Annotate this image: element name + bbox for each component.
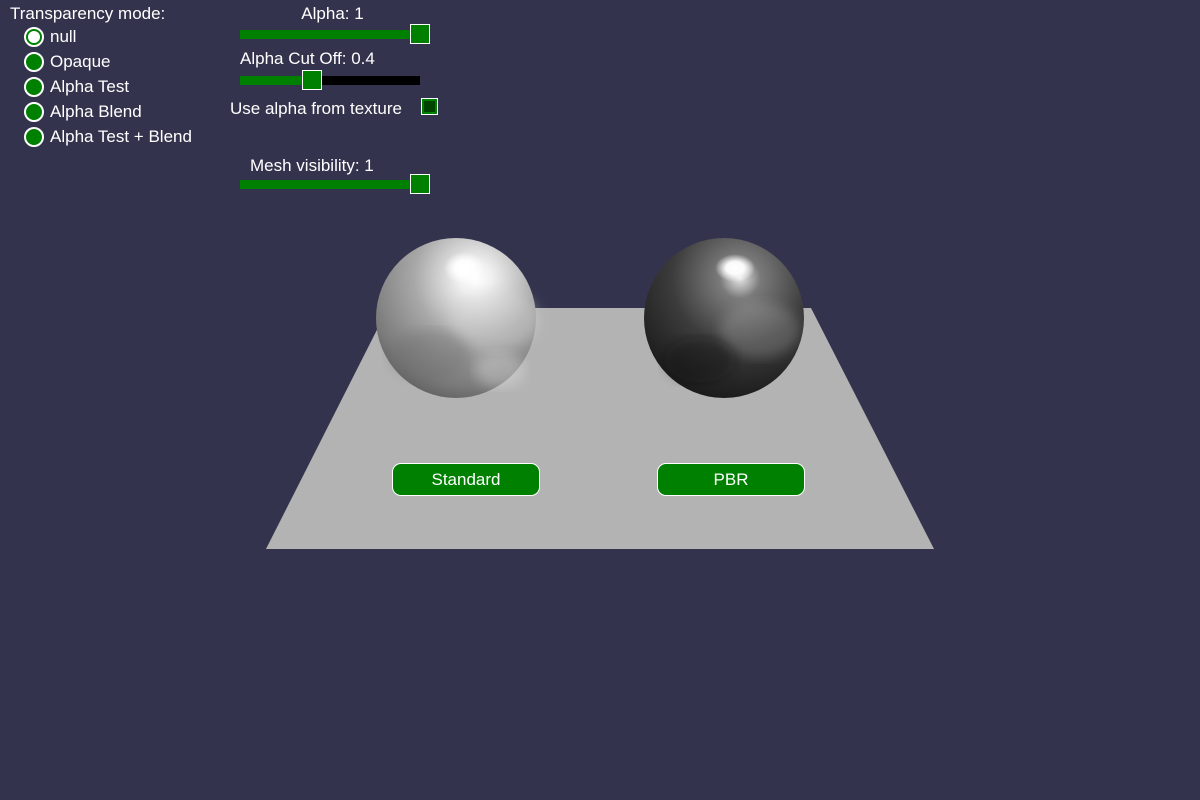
radio-opaque[interactable]: Opaque <box>24 50 111 74</box>
radio-alpha-test[interactable]: Alpha Test <box>24 75 129 99</box>
ground-plane <box>266 308 934 549</box>
radio-alpha-test-label: Alpha Test <box>50 77 130 96</box>
radio-alpha-test-blend-label: Alpha Test + Blend <box>50 127 192 146</box>
alpha-cutoff-slider[interactable] <box>240 70 420 90</box>
radio-opaque-label: Opaque <box>50 52 111 71</box>
use-alpha-texture-checkbox[interactable] <box>421 98 438 115</box>
radio-alpha-test-blend[interactable]: Alpha Test + Blend <box>24 125 192 149</box>
use-alpha-texture-check-mark <box>424 101 435 112</box>
alpha-slider[interactable] <box>240 24 430 44</box>
alpha-slider-thumb[interactable] <box>410 24 430 44</box>
radio-alpha-blend-label: Alpha Blend <box>50 102 142 121</box>
radio-alpha-test-indicator[interactable] <box>24 77 44 97</box>
standard-button[interactable]: Standard <box>392 463 540 496</box>
pbr-button[interactable]: PBR <box>657 463 805 496</box>
radio-alpha-blend-indicator[interactable] <box>24 102 44 122</box>
radio-alpha-test-blend-indicator[interactable] <box>24 127 44 147</box>
alpha-cutoff-label: Alpha Cut Off: 0.4 <box>240 49 375 68</box>
scene-viewport[interactable] <box>0 0 1200 800</box>
alpha-cutoff-slider-thumb[interactable] <box>302 70 322 90</box>
mesh-visibility-slider-fill <box>240 180 420 189</box>
mesh-visibility-slider-thumb[interactable] <box>410 174 430 194</box>
radio-opaque-indicator[interactable] <box>24 52 44 72</box>
transparency-mode-title: Transparency mode: <box>10 4 166 23</box>
standard-sphere <box>376 238 540 398</box>
use-alpha-texture-label: Use alpha from texture <box>230 99 402 118</box>
radio-alpha-blend[interactable]: Alpha Blend <box>24 100 142 124</box>
alpha-slider-fill <box>240 30 420 39</box>
radio-null-label: null <box>50 27 77 46</box>
alpha-label: Alpha: 1 <box>301 4 364 23</box>
mesh-visibility-label: Mesh visibility: 1 <box>250 156 374 175</box>
mesh-visibility-slider[interactable] <box>240 174 430 194</box>
radio-null[interactable]: null <box>24 25 76 49</box>
pbr-sphere <box>644 238 804 398</box>
radio-null-indicator[interactable] <box>24 27 44 47</box>
